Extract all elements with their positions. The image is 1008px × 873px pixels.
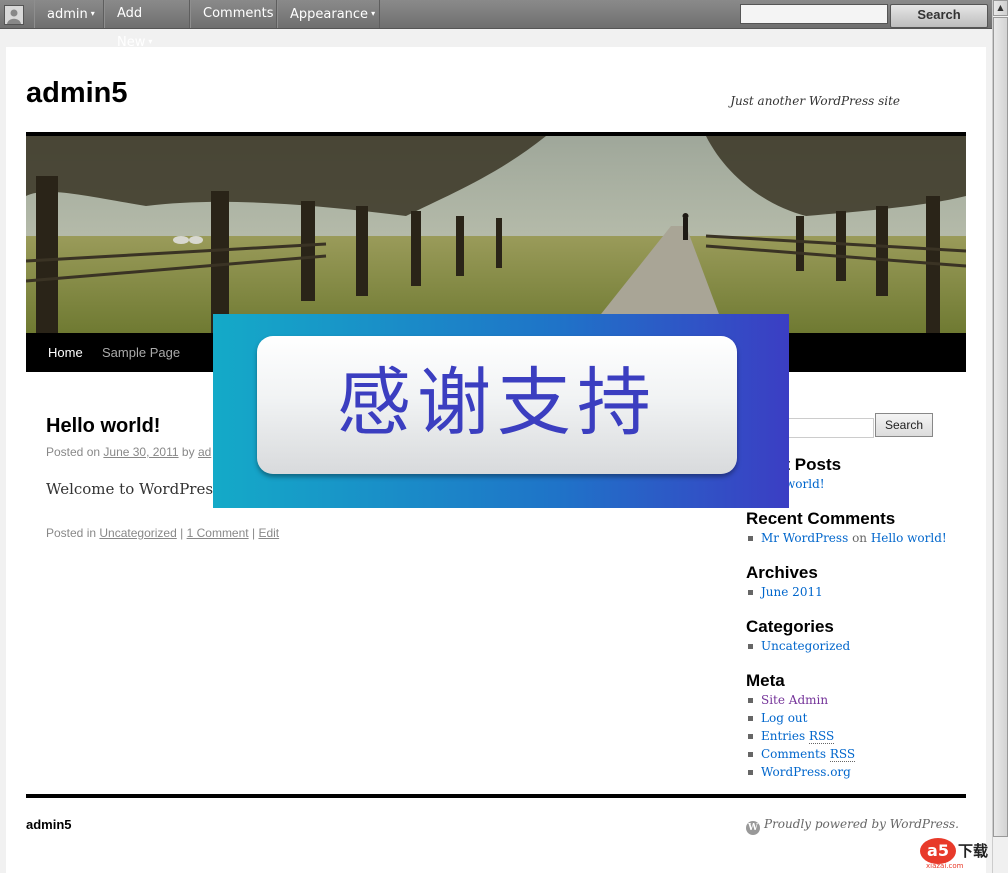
site-title[interactable]: admin5 (26, 77, 128, 110)
log-out-link[interactable]: Log out (761, 711, 807, 725)
list-item: Comments RSS (746, 745, 856, 763)
post-meta-prefix: Posted on (46, 445, 101, 459)
rss-abbr: RSS (808, 729, 835, 744)
archives-list: June 2011 (746, 583, 823, 601)
post-meta-by: by (181, 445, 195, 459)
user-avatar-icon[interactable] (4, 5, 24, 25)
archives-title: Archives (746, 563, 818, 582)
overlay-thanks-button: 感谢支持 (257, 336, 737, 474)
categories-list: Uncategorized (746, 637, 850, 655)
comment-author-link[interactable]: Mr WordPress (761, 531, 848, 545)
footer-site-title[interactable]: admin5 (26, 817, 72, 832)
comments-label: Comments (761, 747, 826, 761)
bullet-icon (748, 643, 753, 649)
list-item: June 2011 (746, 583, 823, 601)
meta-title: Meta (746, 671, 785, 690)
site-admin-link[interactable]: Site Admin (761, 693, 828, 707)
post-title[interactable]: Hello world! (46, 415, 160, 438)
rss-abbr: RSS (829, 747, 856, 762)
admin-bar-user-label: admin (47, 7, 88, 22)
category-link[interactable]: Uncategorized (761, 639, 850, 653)
admin-bar-add-new-label: Add New (117, 6, 146, 50)
powered-by-text: Proudly powered by WordPress. (764, 817, 959, 831)
sidebar-search-button[interactable]: Search (875, 413, 933, 437)
vertical-scrollbar[interactable]: ▲ (992, 0, 1008, 873)
chevron-down-icon: ▾ (90, 9, 95, 18)
chevron-down-icon: ▾ (371, 9, 376, 18)
list-item: Log out (746, 709, 855, 727)
comment-on-label: on (852, 531, 868, 545)
bullet-icon (748, 751, 753, 757)
chevron-down-icon: ▾ (148, 37, 153, 46)
bullet-icon (748, 769, 753, 775)
bullet-icon (748, 589, 753, 595)
site-description: Just another WordPress site (730, 94, 900, 108)
bullet-icon (748, 535, 753, 541)
admin-bar-search-button[interactable]: Search (890, 4, 988, 28)
posted-in-label: Posted in (46, 526, 97, 540)
a5-logo-icon: a5 (920, 838, 956, 864)
admin-bar-comments-label: Comments (203, 6, 274, 21)
header-image (26, 132, 966, 333)
post-comments-link[interactable]: 1 Comment (187, 526, 249, 540)
wordpress-org-link[interactable]: WordPress.org (761, 765, 851, 779)
meta-list: Site Admin Log out Entries RSS Comments … (746, 691, 856, 781)
post-footer-meta: Posted in Uncategorized | 1 Comment | Ed… (46, 526, 279, 540)
overlay-thanks-text: 感谢支持 (337, 360, 657, 446)
post-date-link[interactable]: June 30, 2011 (103, 445, 178, 459)
separator: | (180, 526, 184, 540)
admin-bar-appearance-menu[interactable]: Appearance ▾ (277, 0, 380, 28)
bullet-icon (748, 697, 753, 703)
admin-bar-appearance-label: Appearance (290, 7, 369, 22)
watermark-small-text: xiazai.com (926, 862, 964, 870)
list-item: Site Admin (746, 691, 855, 709)
post-author-link[interactable]: ad (198, 445, 211, 459)
tree-lined-road-photo (26, 136, 966, 333)
footer-powered-by[interactable]: W Proudly powered by WordPress. (746, 817, 959, 835)
list-item: Uncategorized (746, 637, 850, 655)
overlay-banner: 感谢支持 (213, 314, 789, 508)
list-item: WordPress.org (746, 763, 855, 781)
list-item: Mr WordPress on Hello world! (746, 529, 947, 547)
wordpress-logo-icon: W (746, 821, 760, 835)
admin-bar: admin ▾ Add New ▾ Comments Appearance ▾ Sea… (0, 0, 992, 50)
recent-comments-title: Recent Comments (746, 509, 896, 528)
recent-comments-list: Mr WordPress on Hello world! (746, 529, 947, 547)
comments-rss-link[interactable]: Comments RSS (761, 747, 856, 762)
admin-bar-user-menu[interactable]: admin ▾ (34, 0, 104, 28)
post-edit-link[interactable]: Edit (258, 526, 279, 540)
archive-link[interactable]: June 2011 (761, 585, 823, 599)
entries-label: Entries (761, 729, 806, 743)
list-item: Entries RSS (746, 727, 855, 745)
admin-bar-add-new-menu[interactable]: Add New ▾ (104, 0, 190, 50)
bullet-icon (748, 733, 753, 739)
scrollbar-thumb[interactable] (993, 17, 1008, 837)
admin-bar-comments-link[interactable]: Comments (190, 0, 277, 28)
categories-title: Categories (746, 617, 834, 636)
admin-bar-search-input[interactable] (740, 4, 888, 24)
bullet-icon (748, 715, 753, 721)
nav-item-home[interactable]: Home (48, 333, 83, 372)
nav-item-sample-page[interactable]: Sample Page (102, 333, 180, 372)
post-meta: Posted on June 30, 2011 by ad (46, 445, 211, 459)
scroll-up-arrow-icon[interactable]: ▲ (993, 0, 1008, 16)
footer-divider (26, 794, 966, 798)
comment-post-link[interactable]: Hello world! (871, 531, 947, 545)
post-category-link[interactable]: Uncategorized (99, 526, 176, 540)
corner-watermark-logo: a5 下载 xiazai.com (920, 838, 1000, 870)
entries-rss-link[interactable]: Entries RSS (761, 729, 835, 744)
watermark-text: 下载 (958, 842, 989, 860)
sidebar-search-input[interactable] (776, 418, 874, 438)
post-content: Welcome to WordPress. (46, 480, 226, 498)
separator: | (251, 526, 256, 540)
